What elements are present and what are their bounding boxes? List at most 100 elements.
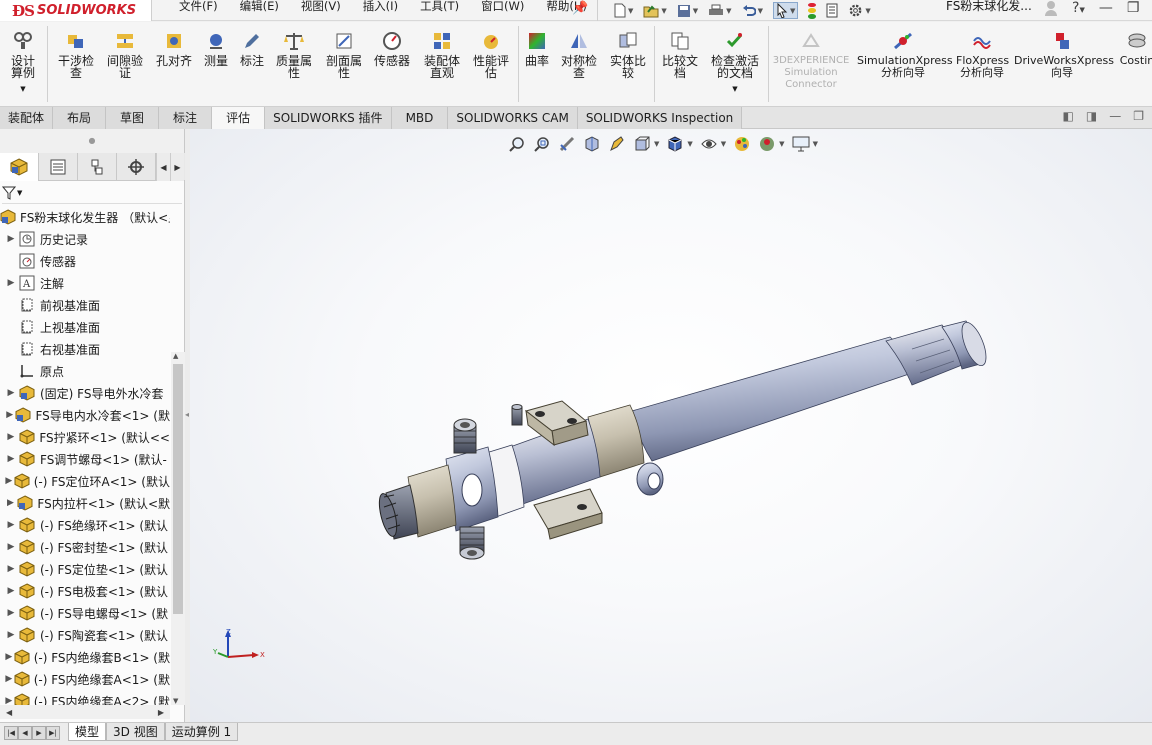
expand-arrow-icon[interactable]: ▶ — [4, 234, 18, 244]
restore-window-icon[interactable]: ❐ — [1127, 0, 1140, 20]
tab-sketch[interactable]: 草图 — [106, 107, 160, 129]
tab-3d-view[interactable]: 3D 视图 — [106, 723, 165, 741]
tree-item[interactable]: 上视基准面 — [0, 316, 170, 338]
print-button[interactable]: ▼ — [708, 4, 732, 18]
file-properties-button[interactable] — [826, 3, 838, 18]
tree-item[interactable]: ▶ FS调节螺母<1> (默认- — [0, 448, 170, 470]
check-active-document-button[interactable]: 检查激活的文档 ▼ — [705, 30, 765, 95]
tab-mbd[interactable]: MBD — [391, 107, 449, 129]
assembly-visualization-button[interactable]: 装配体直观 — [419, 30, 465, 79]
menu-help[interactable]: 帮助(H) — [535, 0, 598, 21]
tree-item[interactable]: ▶ (-) FS绝缘环<1> (默认 — [0, 514, 170, 536]
tree-item[interactable]: ▶ FS导电内水冷套<1> (默 — [0, 404, 170, 426]
tree-item[interactable]: ▶ (固定) FS导电外水冷套 — [0, 382, 170, 404]
hole-alignment-button[interactable]: 孔对齐 — [152, 30, 196, 67]
graphics-area[interactable]: ▼ ▼ ▼ ▼ ▼ Z X Y — [190, 129, 1152, 722]
expand-arrow-icon[interactable]: ▶ — [4, 542, 18, 552]
expand-arrow-icon[interactable]: ▶ — [4, 388, 18, 398]
menu-file[interactable]: 文件(F) — [168, 0, 229, 21]
featuremanager-tab[interactable] — [0, 153, 39, 181]
help-icon[interactable]: ?▼ — [1072, 0, 1085, 20]
expand-arrow-icon[interactable]: ▶ — [4, 520, 18, 530]
expand-arrow-icon[interactable]: ▶ — [4, 432, 18, 442]
tree-item[interactable]: ▶ (-) FS陶瓷套<1> (默认 — [0, 624, 170, 646]
mass-properties-button[interactable]: 质量属性 — [271, 30, 317, 79]
expand-arrow-icon[interactable]: ▶ — [4, 410, 15, 420]
tab-annotation[interactable]: 标注 — [159, 107, 213, 129]
driveworksxpress-button[interactable]: DriveWorksXpress 向导 — [1014, 30, 1114, 79]
save-button[interactable]: ▼ — [677, 4, 698, 18]
tab-assembly[interactable]: 装配体 — [0, 107, 54, 129]
tree-item[interactable]: 前视基准面 — [0, 294, 170, 316]
tree-item[interactable]: ▶ (-) FS内绝缘套A<1> (默 — [0, 668, 170, 690]
compare-bodies-button[interactable]: 实体比较 — [605, 30, 651, 79]
expand-arrow-icon[interactable]: ▶ — [4, 278, 18, 288]
first-tab-icon[interactable]: |◀ — [4, 726, 18, 740]
dimxpert-tab[interactable] — [117, 153, 156, 181]
scroll-right-icon[interactable]: ▶ — [158, 708, 164, 717]
solidworks-logo[interactable]: ƉS SOLIDWORKS — [0, 0, 152, 21]
clearance-verification-button[interactable]: 间隙验证 — [103, 30, 147, 79]
panel-grip[interactable]: ● — [0, 129, 184, 153]
menu-view[interactable]: 视图(V) — [290, 0, 352, 21]
markup-button[interactable]: 标注 — [236, 30, 268, 67]
pin-menu-icon[interactable]: 📌 — [572, 1, 588, 16]
expand-arrow-icon[interactable]: ▶ — [4, 476, 14, 486]
doc-restore-icon[interactable]: ❐ — [1133, 109, 1144, 123]
sensor-button[interactable]: 传感器 — [370, 30, 414, 67]
menu-insert[interactable]: 插入(I) — [352, 0, 409, 21]
new-document-button[interactable]: ▼ — [614, 3, 633, 18]
tab-evaluate[interactable]: 评估 — [212, 107, 266, 129]
tree-vertical-scrollbar[interactable]: ▲ ▼ — [171, 352, 185, 705]
user-icon[interactable] — [1044, 0, 1058, 20]
tree-item[interactable]: ▶ (-) FS定位垫<1> (默认 — [0, 558, 170, 580]
tree-item[interactable]: ▶ (-) FS密封垫<1> (默认 — [0, 536, 170, 558]
tree-root-assembly[interactable]: FS粉末球化发生器 （默认<显 — [0, 206, 170, 228]
symmetry-check-button[interactable]: 对称检查 — [556, 30, 602, 79]
collapse-panel-icon[interactable]: ◂ — [185, 410, 189, 419]
menu-edit[interactable]: 编辑(E) — [229, 0, 290, 21]
simulationxpress-button[interactable]: SimulationXpress 分析向导 — [856, 30, 953, 79]
tree-item[interactable]: ▶ 历史记录 — [0, 228, 170, 250]
expand-arrow-icon[interactable]: ▶ — [4, 674, 14, 684]
select-button[interactable]: ▼ — [772, 2, 799, 19]
panel-tab-next-icon[interactable]: ▶ — [170, 153, 184, 181]
prev-tab-icon[interactable]: ◀ — [18, 726, 32, 740]
tree-item[interactable]: ▶ FS拧紧环<1> (默认<< — [0, 426, 170, 448]
minimize-icon[interactable]: — — [1099, 0, 1113, 20]
design-study-button[interactable]: 设计算例 ▼ — [3, 30, 43, 95]
interference-detection-button[interactable]: 干涉检查 — [54, 30, 98, 79]
tab-motion-study[interactable]: 运动算例 1 — [164, 723, 239, 741]
options-button[interactable]: ▼ — [848, 3, 871, 18]
menu-tools[interactable]: 工具(T) — [409, 0, 470, 21]
3dexperience-simulation-connector-button[interactable]: 3DEXPERIENCE Simulation Connector — [771, 30, 851, 91]
tree-item[interactable]: ▶ A 注解 — [0, 272, 170, 294]
measure-button[interactable]: 测量 — [200, 30, 232, 67]
expand-arrow-icon[interactable]: ▶ — [4, 608, 18, 618]
tree-item[interactable]: ▶ FS内拉杆<1> (默认<默 — [0, 492, 170, 514]
prev-document-icon[interactable]: ◧ — [1063, 109, 1074, 123]
compare-documents-button[interactable]: 比较文档 — [657, 30, 703, 79]
curvature-button[interactable]: 曲率 — [522, 30, 552, 67]
floxpress-button[interactable]: FloXpress 分析向导 — [953, 30, 1011, 79]
expand-arrow-icon[interactable]: ▶ — [4, 498, 17, 508]
tab-model[interactable]: 模型 — [68, 723, 107, 741]
assembly-3d-model[interactable] — [190, 129, 1152, 722]
scroll-left-icon[interactable]: ◀ — [6, 708, 12, 717]
doc-minimize-icon[interactable]: — — [1109, 109, 1121, 123]
expand-arrow-icon[interactable]: ▶ — [4, 630, 18, 640]
expand-arrow-icon[interactable]: ▶ — [4, 454, 18, 464]
configurationmanager-tab[interactable] — [78, 153, 117, 181]
expand-arrow-icon[interactable]: ▶ — [4, 652, 14, 662]
tree-item[interactable]: ▶ (-) FS电极套<1> (默认 — [0, 580, 170, 602]
next-document-icon[interactable]: ◨ — [1086, 109, 1097, 123]
performance-evaluation-button[interactable]: 性能评估 — [468, 30, 514, 79]
costing-button[interactable]: Costin — [1117, 30, 1152, 67]
expand-arrow-icon[interactable]: ▶ — [4, 564, 18, 574]
last-tab-icon[interactable]: ▶| — [46, 726, 60, 740]
tab-layout[interactable]: 布局 — [53, 107, 107, 129]
tree-horizontal-scrollbar[interactable]: ◀ ▶ — [0, 705, 170, 719]
tree-item[interactable]: ▶ (-) FS导电螺母<1> (默 — [0, 602, 170, 624]
tab-solidworks-cam[interactable]: SOLIDWORKS CAM — [448, 107, 578, 129]
expand-arrow-icon[interactable]: ▶ — [4, 586, 18, 596]
